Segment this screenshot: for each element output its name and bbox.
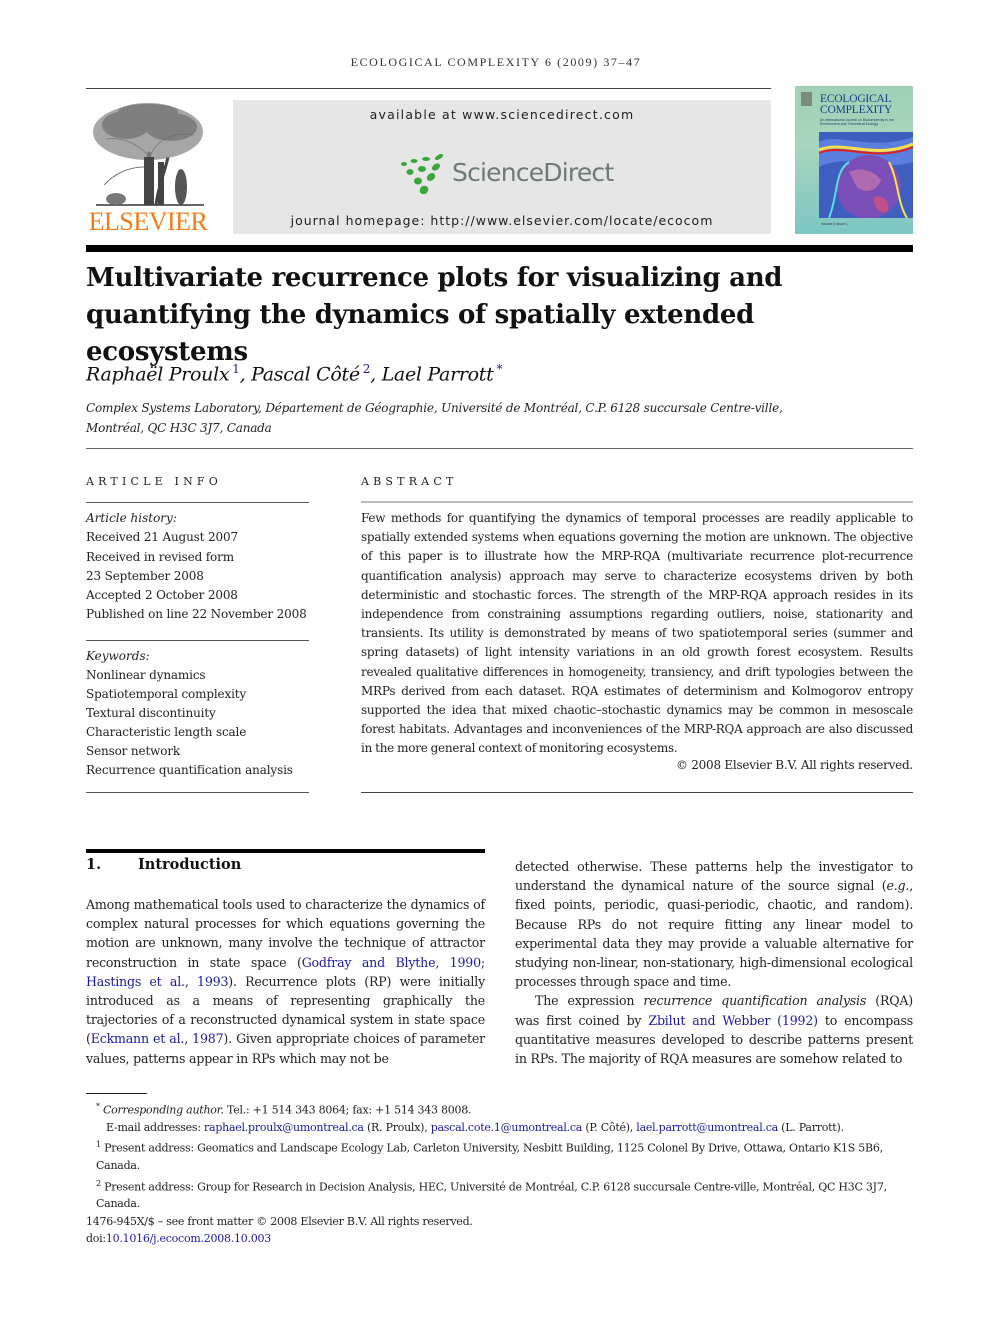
citation-link[interactable]: Eckmann et al., 1987 — [91, 1031, 224, 1046]
footnote-corresponding: * Corresponding author. Tel.: +1 514 343… — [86, 1098, 916, 1119]
affiliation: Complex Systems Laboratory, Département … — [86, 398, 826, 438]
body-text: The expression — [535, 993, 644, 1009]
intro-paragraph-1-left-column: Among mathematical tools used to charact… — [86, 895, 485, 1068]
doi-link[interactable]: 10.1016/j.ecocom.2008.10.003 — [106, 1232, 271, 1245]
author-separator: , — [370, 363, 382, 386]
body-text: , fixed points, periodic, quasi-periodic… — [515, 878, 913, 990]
cover-globe-artwork-icon — [819, 132, 913, 218]
cover-volume-text: Volume 6 Issue 1 — [821, 222, 848, 226]
footnote-1: 1 Present address: Geomatics and Landsca… — [86, 1136, 916, 1174]
footnote-text: (L. Parrott). — [777, 1120, 844, 1134]
article-info-rule — [86, 502, 309, 503]
issn-line: 1476-945X/$ – see front matter © 2008 El… — [86, 1214, 473, 1228]
corresponding-author-link[interactable]: * — [496, 362, 502, 376]
abstract-rule — [361, 792, 913, 793]
keyword-item: Recurrence quantification analysis — [86, 763, 293, 777]
email-link[interactable]: lael.parrott@umontreal.ca — [636, 1121, 778, 1134]
footnote-label: Corresponding author. — [103, 1103, 224, 1117]
body-text-emphasis: recurrence quantification analysis — [643, 993, 867, 1009]
abstract-copyright: © 2008 Elsevier B.V. All rights reserved… — [675, 758, 913, 772]
article-title: Multivariate recurrence plots for visual… — [86, 263, 783, 367]
cover-elsevier-mini-logo-icon — [801, 92, 812, 106]
affiliation-line: Montréal, QC H3C 3J7, Canada — [86, 421, 272, 435]
doi-line: doi:10.1016/j.ecocom.2008.10.003 — [86, 1230, 916, 1247]
keyword-item: Sensor network — [86, 744, 181, 758]
footnote-text: (P. Côté), — [582, 1120, 637, 1134]
sciencedirect-wordmark[interactable]: ScienceDirect — [452, 158, 614, 187]
history-item: 23 September 2008 — [86, 568, 204, 583]
available-at-link[interactable]: available at www.sciencedirect.com — [233, 107, 771, 122]
keyword-item: Textural discontinuity — [86, 706, 216, 720]
keywords: Keywords: Nonlinear dynamics Spatiotempo… — [86, 647, 316, 780]
footnote-text: Tel.: +1 514 343 8064; fax: +1 514 343 8… — [223, 1103, 472, 1117]
abstract-text: Few methods for quantifying the dynamics… — [361, 511, 913, 756]
author-footnote-link[interactable]: 1 — [232, 362, 240, 376]
email-link[interactable]: pascal.cote.1@umontreal.ca — [431, 1121, 583, 1134]
doi-label: doi: — [86, 1232, 106, 1246]
article-info-rule — [86, 640, 309, 641]
elsevier-wordmark: ELSEVIER — [88, 207, 208, 236]
article-history-label: Article history: — [86, 511, 177, 525]
affiliation-rule — [86, 448, 913, 449]
article-history: Article history: Received 21 August 2007… — [86, 509, 316, 625]
intro-right-column: detected otherwise. These patterns help … — [515, 857, 913, 1068]
intro-paragraph-1-continued: detected otherwise. These patterns help … — [515, 857, 913, 991]
header-rule — [86, 88, 771, 89]
history-item: Accepted 2 October 2008 — [86, 588, 238, 603]
masthead-thick-rule — [86, 245, 913, 252]
footnotes: * Corresponding author. Tel.: +1 514 343… — [86, 1098, 916, 1247]
cover-subtitle: An International Journal on Biocomplexit… — [820, 118, 894, 126]
footnote-emails: E-mail addresses: raphael.proulx@umontre… — [86, 1119, 916, 1136]
affiliation-line: Complex Systems Laboratory, Département … — [86, 401, 783, 415]
footnote-text: Present address: Geomatics and Landscape… — [96, 1141, 883, 1173]
body-text: detected otherwise. These patterns help … — [515, 859, 913, 894]
abstract-rule — [361, 501, 913, 503]
footnote-text: (R. Proulx), — [363, 1120, 431, 1134]
author-list: Raphaël Proulx 1, Pascal Côté 2, Lael Parr… — [86, 362, 502, 385]
history-item: Published on line 22 November 2008 — [86, 607, 307, 622]
citation-link[interactable]: Zbilut and Webber (1992) — [648, 1013, 818, 1028]
email-link[interactable]: raphael.proulx@umontreal.ca — [204, 1121, 364, 1134]
section-heading-introduction: 1. Introduction — [86, 856, 241, 873]
abstract-heading: ABSTRACT — [361, 475, 458, 488]
cover-title: ECOLOGICAL COMPLEXITY — [820, 93, 893, 116]
author-name: Pascal Côté — [251, 363, 360, 386]
intro-paragraph-2: The expression recurrence quantification… — [515, 991, 913, 1068]
history-item: Received in revised form — [86, 549, 234, 564]
footnote-mark: * — [96, 1102, 100, 1111]
keyword-item: Spatiotemporal complexity — [86, 687, 247, 701]
section-number: 1. — [86, 856, 102, 873]
keyword-item: Characteristic length scale — [86, 725, 247, 739]
section-rule — [86, 849, 485, 853]
author-name: Raphaël Proulx — [86, 363, 230, 386]
author-name: Lael Parrott — [381, 363, 494, 386]
footnote-2: 2 Present address: Group for Research in… — [86, 1175, 916, 1213]
history-item: Received 21 August 2007 — [86, 530, 238, 545]
author-separator: , — [239, 363, 252, 386]
cover-title-line2: COMPLEXITY — [820, 104, 893, 116]
article-info-heading: ARTICLE INFO — [86, 475, 222, 488]
keywords-label: Keywords: — [86, 649, 150, 663]
section-title: Introduction — [138, 856, 242, 873]
body-text-emphasis: e.g. — [886, 878, 910, 894]
footnote-text: Present address: Group for Research in D… — [96, 1180, 887, 1211]
running-head: ECOLOGICAL COMPLEXITY 6 (2009) 37–47 — [350, 55, 642, 69]
journal-cover-image[interactable]: ECOLOGICAL COMPLEXITY An International J… — [795, 86, 913, 234]
footnote-rule — [86, 1093, 147, 1094]
footnote-label: E-mail addresses: — [106, 1120, 205, 1134]
journal-homepage-link[interactable]: journal homepage: http://www.elsevier.co… — [233, 213, 771, 228]
article-info-rule — [86, 792, 309, 793]
keyword-item: Nonlinear dynamics — [86, 668, 206, 682]
